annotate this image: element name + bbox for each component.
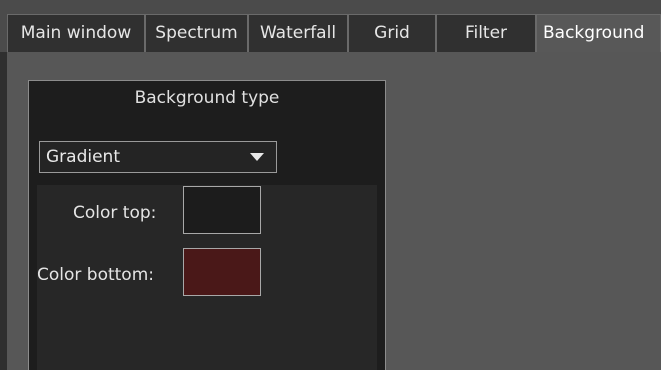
color-top-swatch[interactable] <box>183 186 261 234</box>
tab-spectrum[interactable]: Spectrum <box>145 14 248 52</box>
tab-filter[interactable]: Filter <box>436 14 536 52</box>
gradient-settings-panel: Color top: Color bottom: <box>37 185 377 370</box>
background-type-select[interactable]: Gradient <box>39 141 277 173</box>
background-type-group: Background type Gradient Color top: Colo… <box>28 80 386 370</box>
tab-background[interactable]: Background <box>536 14 661 52</box>
select-value: Gradient <box>46 147 120 167</box>
chevron-down-icon <box>250 153 264 161</box>
tab-grid[interactable]: Grid <box>348 14 436 52</box>
color-bottom-label: Color bottom: <box>37 265 154 285</box>
tab-main-window[interactable]: Main window <box>7 14 145 52</box>
color-bottom-swatch[interactable] <box>183 248 261 296</box>
settings-window: Main window Spectrum Waterfall Grid Filt… <box>0 0 661 370</box>
color-top-label: Color top: <box>73 203 157 223</box>
group-title: Background type <box>134 88 280 108</box>
tab-bar: Main window Spectrum Waterfall Grid Filt… <box>0 0 661 52</box>
tab-waterfall[interactable]: Waterfall <box>248 14 348 52</box>
